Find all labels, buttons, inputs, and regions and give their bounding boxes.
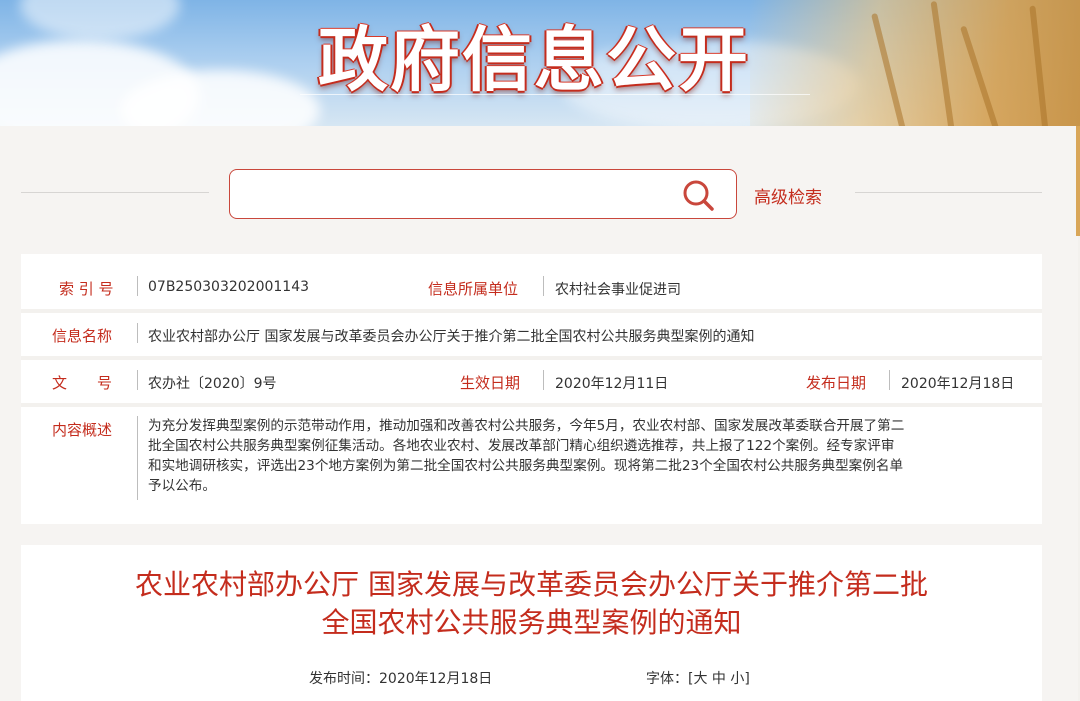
- publish-time: 发布时间：2020年12月18日: [309, 668, 492, 688]
- document-title-line: 农业农村部办公厅 国家发展与改革委员会办公厅关于推介第二批: [135, 568, 928, 601]
- summary-line: 和实地调研核实，评选出23个地方案例为第二批全国农村公共服务典型案例。现将第二批…: [148, 458, 904, 474]
- banner-title: 政府信息公开: [318, 19, 750, 101]
- publish-time-value: 2020年12月18日: [379, 671, 493, 687]
- field-separator: [137, 370, 138, 390]
- publish-date-value: 2020年12月18日: [901, 376, 1015, 392]
- summary-label: 内容概述: [52, 421, 113, 439]
- search-icon[interactable]: [681, 178, 717, 214]
- search-input[interactable]: [244, 182, 668, 208]
- document-number-label: 文 号: [52, 374, 113, 392]
- owning-unit-label: 信息所属单位: [428, 280, 519, 298]
- header-banner: 政府信息公开: [0, 0, 1080, 126]
- field-separator: [137, 276, 138, 296]
- summary-text: 为充分发挥典型案例的示范带动作用，推动加强和改善农村公共服务，今年5月，农业农村…: [148, 416, 1032, 496]
- field-separator: [137, 323, 138, 343]
- effective-date-label: 生效日期: [460, 374, 521, 392]
- search-box[interactable]: [229, 169, 737, 219]
- font-medium-option[interactable]: 中: [712, 671, 726, 687]
- summary-line: 予以公布。: [148, 478, 216, 494]
- publish-time-label: 发布时间：: [309, 671, 379, 687]
- wheat-edge-decoration: [1076, 126, 1080, 236]
- field-separator: [543, 276, 544, 296]
- wheat-field-image: [750, 0, 1080, 126]
- advanced-search-link[interactable]: 高级检索: [754, 183, 822, 208]
- field-separator: [889, 370, 890, 390]
- document-title: 农业农村部办公厅 国家发展与改革委员会办公厅关于推介第二批 全国农村公共服务典型…: [21, 566, 1042, 642]
- index-number-value: 07B250303202001143: [148, 279, 310, 295]
- row-divider: [21, 403, 1042, 407]
- owning-unit-value: 农村社会事业促进司: [555, 282, 681, 298]
- search-divider-right: [855, 192, 1042, 193]
- font-small-option[interactable]: 小: [730, 671, 744, 687]
- publish-date-label: 发布日期: [806, 374, 867, 392]
- document-title-line: 全国农村公共服务典型案例的通知: [321, 606, 742, 639]
- document-number-value: 农办社〔2020〕9号: [148, 376, 277, 392]
- effective-date-value: 2020年12月11日: [555, 376, 669, 392]
- font-size-label: 字体：: [646, 671, 688, 687]
- banner-divider: [300, 94, 810, 95]
- summary-line: 为充分发挥典型案例的示范带动作用，推动加强和改善农村公共服务，今年5月，农业农村…: [148, 418, 905, 434]
- info-name-label: 信息名称: [52, 327, 113, 345]
- font-size-selector: 字体：[大 中 小]: [646, 668, 750, 688]
- font-large-option[interactable]: 大: [693, 671, 707, 687]
- index-number-label: 索 引 号: [59, 280, 114, 298]
- field-separator: [137, 416, 138, 500]
- summary-line: 批全国农村公共服务典型案例征集活动。各地农业农村、发展改革部门精心组织遴选推荐，…: [148, 438, 895, 454]
- font-bracket-close: ]: [744, 671, 750, 687]
- search-divider-left: [21, 192, 209, 193]
- row-divider: [21, 356, 1042, 360]
- cloud-decoration: [20, 0, 180, 40]
- row-divider: [21, 309, 1042, 313]
- info-name-value: 农业农村部办公厅 国家发展与改革委员会办公厅关于推介第二批全国农村公共服务典型案…: [148, 329, 755, 345]
- field-separator: [543, 370, 544, 390]
